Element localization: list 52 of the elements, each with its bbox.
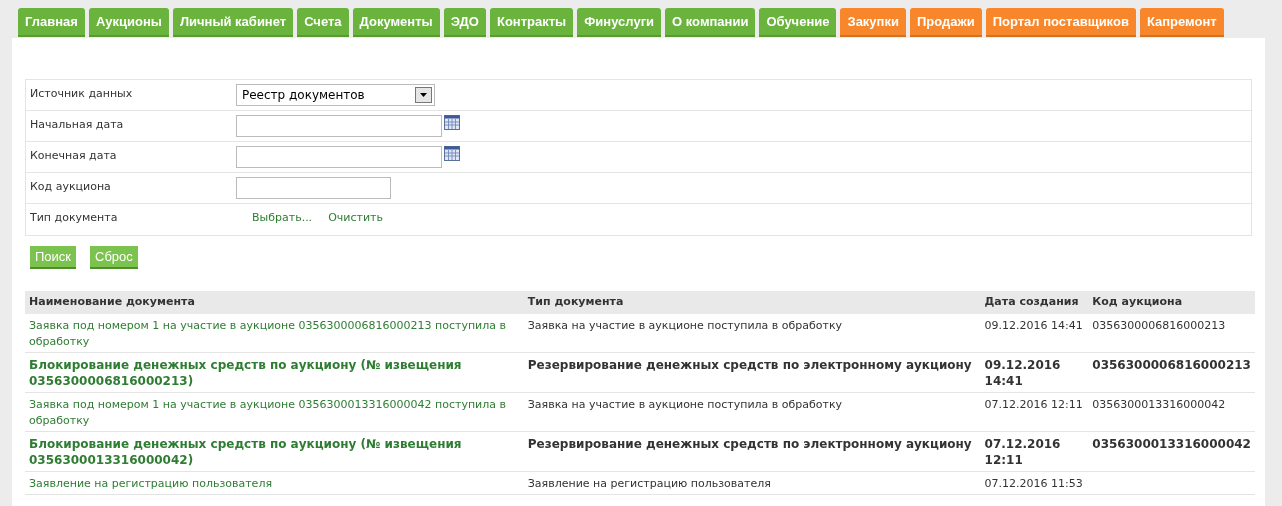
nav-tab[interactable]: Продажи xyxy=(909,8,982,37)
table-cell: 09.12.2016 14:41 xyxy=(980,352,1089,393)
table-cell: 07.12.2016 12:11 xyxy=(980,392,1089,432)
date-field[interactable] xyxy=(236,146,442,168)
column-header: Тип документа xyxy=(523,291,981,314)
column-header: Код аукциона xyxy=(1088,291,1255,314)
field-label: Начальная дата xyxy=(29,117,125,133)
nav-tab[interactable]: Счета xyxy=(297,8,349,37)
nav-tab[interactable]: Финуслуги xyxy=(577,8,662,37)
nav-tab[interactable]: ЭДО xyxy=(443,8,486,37)
source-dropdown[interactable]: Реестр документов xyxy=(236,84,435,106)
nav-tab[interactable]: Контракты xyxy=(490,8,574,37)
field-label: Источник данных xyxy=(29,86,134,102)
calendar-icon[interactable] xyxy=(444,115,460,130)
field-label: Код аукциона xyxy=(29,179,112,195)
table-cell: 0356300013316000042 xyxy=(1088,392,1255,432)
document-link[interactable]: Заявка под номером 1 на участие в аукционе 0356300006816000213 поступила в обработку xyxy=(25,314,524,353)
document-link[interactable]: Заявка под номером 1 на участие в аукционе 0356300013316000042 поступила в обработку xyxy=(25,392,524,432)
link[interactable]: Очистить xyxy=(328,210,383,235)
table-cell: 07.12.2016 12:11 xyxy=(980,431,1089,472)
table-cell: 0356300006816000213 xyxy=(1088,352,1255,393)
calendar-icon[interactable] xyxy=(444,146,460,161)
nav-tab[interactable]: Закупки xyxy=(840,8,906,37)
nav-tab[interactable]: Портал поставщиков xyxy=(985,8,1136,37)
nav-tab[interactable]: Обучение xyxy=(759,8,837,37)
table-cell: 0356300006816000213 xyxy=(1088,314,1255,353)
table-cell: Заявление на регистрацию пользователя xyxy=(523,471,981,495)
table-cell: 07.12.2016 11:53 xyxy=(980,471,1089,495)
document-link[interactable]: Блокирование денежных средств по аукциону (№ извещения 0356300006816000213) xyxy=(25,352,524,393)
nav-tab[interactable]: Аукционы xyxy=(88,8,169,37)
action-button[interactable]: Поиск xyxy=(30,246,77,269)
table-cell: 0356300013316000042 xyxy=(1088,431,1255,472)
column-header: Дата создания xyxy=(980,291,1089,314)
field-label: Конечная дата xyxy=(29,148,118,164)
nav-tab[interactable]: Личный кабинет xyxy=(172,8,294,37)
column-header: Наименование документа xyxy=(25,291,524,314)
auction-code-field[interactable] xyxy=(236,177,391,199)
date-field[interactable] xyxy=(236,115,442,137)
document-link[interactable]: Заявление на регистрацию пользователя xyxy=(25,471,524,495)
table-cell: Заявка на участие в аукционе поступила в обработку xyxy=(523,392,981,432)
table-cell: Резервирование денежных средств по электронному аукциону xyxy=(523,431,981,472)
nav-tab[interactable]: О компании xyxy=(665,8,756,37)
table-cell: 09.12.2016 14:41 xyxy=(980,314,1089,353)
document-link[interactable]: Блокирование денежных средств по аукциону (№ извещения 0356300013316000042) xyxy=(25,431,524,472)
nav-tab[interactable]: Главная xyxy=(18,8,85,37)
link[interactable]: Выбрать... xyxy=(252,210,313,235)
nav-tab[interactable]: Капремонт xyxy=(1139,8,1224,37)
field-label: Тип документа xyxy=(29,210,119,226)
table-cell: Резервирование денежных средств по электронному аукциону xyxy=(523,352,981,393)
table-cell: Заявка на участие в аукционе поступила в обработку xyxy=(523,314,981,353)
nav-tab[interactable]: Документы xyxy=(352,8,440,37)
action-button[interactable]: Сброс xyxy=(90,246,138,269)
